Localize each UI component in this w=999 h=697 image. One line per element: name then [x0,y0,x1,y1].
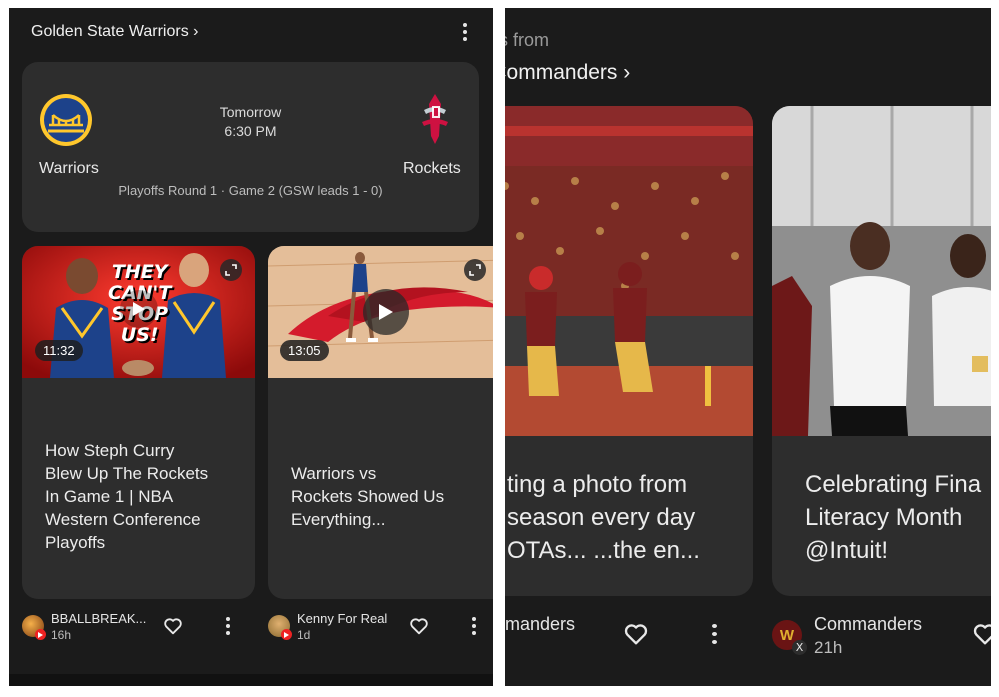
video-duration-2: 13:05 [280,340,329,361]
post-source-1[interactable]: manders [505,614,575,635]
post-age: 1d [297,628,311,642]
source-name[interactable]: Kenny For Real [297,611,387,626]
video-title-2[interactable]: Warriors vs Rockets Showed Us Everything… [291,462,444,531]
team-header-link[interactable]: ngton Commanders › [505,61,630,85]
warriors-feed-panel: Golden State Warriors › Warriors Tomorro… [9,8,493,686]
post-card-1[interactable]: ting a photo from season every day OTAs.… [505,106,753,596]
post-text-1[interactable]: ting a photo from season every day OTAs.… [507,468,700,567]
video-title-1[interactable]: How Steph Curry Blew Up The Rockets In G… [45,439,208,554]
away-team-name: Rockets [403,160,461,177]
video-source-row-1: BBALLBREAK... 16h [22,608,255,644]
expand-icon[interactable] [464,259,486,281]
youtube-badge-icon [35,629,46,640]
x-badge-icon: X [792,640,807,655]
video-thumbnail-1: THEY CAN'T STOP US! 11:32 [22,246,255,378]
source-name[interactable]: BBALLBREAK... [51,611,146,626]
bottom-edge [9,674,493,686]
section-subtitle: osts from [505,30,550,50]
post-text-2[interactable]: Celebrating Fina Literacy Month @Intuit! [805,468,981,567]
heart-icon[interactable] [408,615,430,637]
post-source-2[interactable]: Commanders [814,614,922,635]
post-card-2[interactable]: Celebrating Fina Literacy Month @Intuit! [772,106,991,596]
home-team-name: Warriors [39,160,99,177]
heart-icon[interactable] [622,620,650,648]
video-card-2[interactable]: 13:05 Warriors vs Rockets Showed Us Ever… [268,246,493,599]
video-thumbnail-2: 13:05 [268,246,493,378]
youtube-badge-icon [281,629,292,640]
team-header-link[interactable]: Golden State Warriors › [31,23,198,41]
video-source-row-2: Kenny For Real 1d [268,608,493,644]
post-age-2: 21h [814,638,843,657]
series-status: Playoffs Round 1 · Game 2 (GSW leads 1 -… [118,183,383,198]
video-more-icon[interactable] [464,616,484,636]
post-image-2 [772,106,991,436]
heart-icon[interactable] [971,620,991,648]
play-icon[interactable] [363,289,409,335]
play-icon[interactable] [120,290,158,328]
post-image-1 [505,106,753,436]
header-more-icon[interactable] [455,22,475,42]
commanders-feed-panel: osts from ngton Commanders › [505,8,991,686]
post-age: 16h [51,628,72,642]
video-duration-1: 11:32 [35,340,83,361]
post-more-icon[interactable] [704,624,724,644]
video-card-1[interactable]: THEY CAN'T STOP US! 11:32 How Steph Curr… [22,246,255,599]
rockets-logo [422,94,448,144]
game-score-card[interactable]: Warriors Tomorrow 6:30 PM Rockets Playof… [22,62,479,232]
heart-icon[interactable] [162,615,184,637]
video-more-icon[interactable] [218,616,238,636]
expand-icon[interactable] [220,259,242,281]
